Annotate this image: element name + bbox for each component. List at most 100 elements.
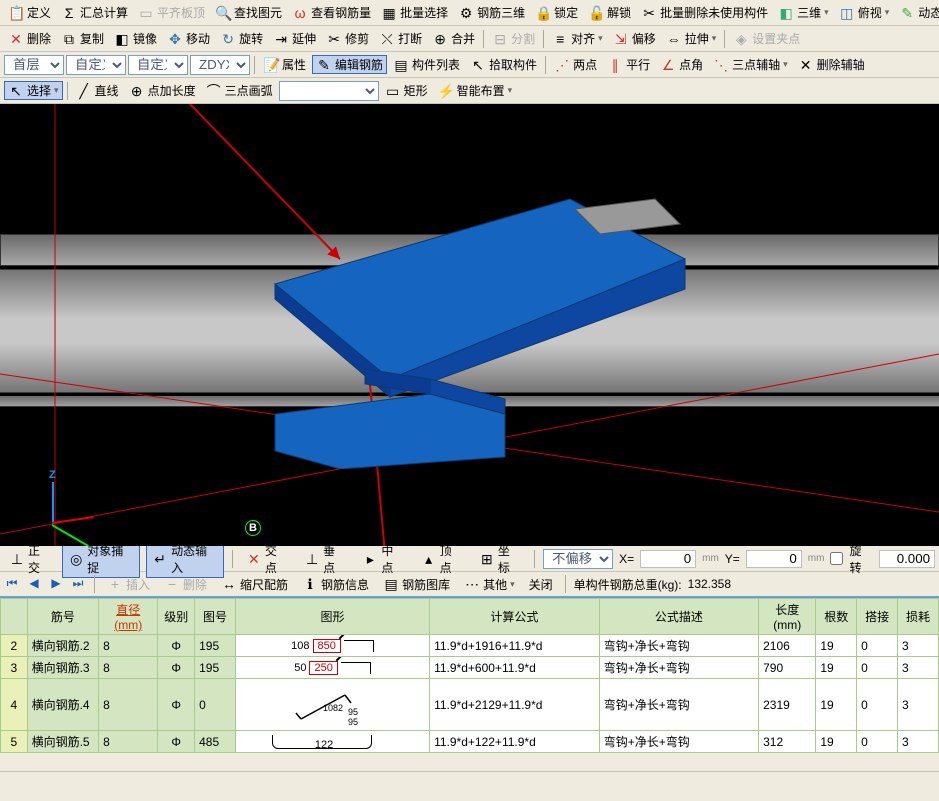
btn-persp[interactable]: ◫俯视▾: [835, 3, 894, 22]
cell-desc[interactable]: 弯钩+净长+弯钩: [599, 731, 758, 753]
btn-scale-rebar[interactable]: ↔缩尺配筋: [217, 575, 292, 594]
custom-select[interactable]: 自定义: [66, 55, 126, 75]
cell-formula[interactable]: 11.9*d+122+11.9*d: [430, 731, 600, 753]
cell-desc[interactable]: 弯钩+净长+弯钩: [599, 679, 758, 731]
nav-first[interactable]: ⏮: [4, 576, 20, 592]
btn-trim[interactable]: ✂修剪: [322, 29, 373, 48]
btn-pt-angle[interactable]: ∠点角: [656, 55, 707, 74]
col-drw[interactable]: 图号: [195, 599, 236, 635]
cell-no[interactable]: 横向钢筋.3: [27, 657, 99, 679]
cell-desc[interactable]: 弯钩+净长+弯钩: [599, 635, 758, 657]
cell-drw[interactable]: 195: [195, 657, 236, 679]
btn-delete[interactable]: ✕删除: [4, 29, 55, 48]
draw-mode-select[interactable]: [279, 81, 379, 101]
cell-idx[interactable]: 5: [1, 731, 28, 753]
cell-lap[interactable]: 0: [857, 635, 898, 657]
col-no[interactable]: 筋号: [27, 599, 99, 635]
col-loss[interactable]: 损耗: [898, 599, 939, 635]
btn-parallel[interactable]: ∥平行: [603, 55, 654, 74]
btn-stretch[interactable]: ⇔拉伸▾: [662, 29, 721, 48]
btn-two-point[interactable]: ⋰两点: [550, 55, 601, 74]
col-len[interactable]: 长度(mm): [759, 599, 816, 635]
viewport-3d[interactable]: Z B: [0, 104, 939, 546]
btn-attr[interactable]: 📝属性: [259, 55, 310, 74]
col-desc[interactable]: 公式描述: [599, 599, 758, 635]
btn-rebar-lib[interactable]: ▤钢筋图库: [379, 575, 454, 594]
custom-line-select[interactable]: 自定义线: [128, 55, 188, 75]
col-idx[interactable]: [1, 599, 28, 635]
cell-grade[interactable]: Φ: [158, 635, 195, 657]
btn-dyn-view[interactable]: ✎动态观: [895, 3, 939, 22]
cell-len[interactable]: 312: [759, 731, 816, 753]
cell-idx[interactable]: 4: [1, 679, 28, 731]
btn-break[interactable]: ⤬打断: [375, 29, 426, 48]
cell-no[interactable]: 横向钢筋.5: [27, 731, 99, 753]
btn-extend[interactable]: ⇥延伸: [269, 29, 320, 48]
btn-batch-del[interactable]: ✂批量删除未使用构件: [637, 3, 772, 22]
cell-loss[interactable]: 3: [898, 635, 939, 657]
nav-prev[interactable]: ◀: [26, 576, 42, 592]
cell-qty[interactable]: 19: [816, 679, 857, 731]
cell-dia[interactable]: 8: [99, 635, 158, 657]
cell-shape[interactable]: 1082 95 95: [235, 679, 429, 731]
cell-drw[interactable]: 195: [195, 635, 236, 657]
cell-len[interactable]: 790: [759, 657, 816, 679]
btn-align[interactable]: ≡对齐▾: [548, 29, 607, 48]
rot-input[interactable]: [879, 550, 935, 568]
btn-pick-member[interactable]: ↖拾取构件: [466, 55, 541, 74]
cell-formula[interactable]: 11.9*d+2129+11.9*d: [430, 679, 600, 731]
cell-formula[interactable]: 11.9*d+1916+11.9*d: [430, 635, 600, 657]
btn-select[interactable]: ↖选择▾: [4, 81, 63, 100]
btn-rebar3d[interactable]: ⚙钢筋三维: [454, 3, 529, 22]
offset-mode-select[interactable]: 不偏移: [543, 549, 613, 569]
btn-three-arc[interactable]: ⌒三点画弧: [202, 81, 277, 100]
col-dia[interactable]: 直径(mm): [99, 599, 158, 635]
rot-check[interactable]: [830, 552, 843, 565]
cell-shape[interactable]: 108850: [235, 635, 429, 657]
cell-grade[interactable]: Φ: [158, 679, 195, 731]
cell-qty[interactable]: 19: [816, 657, 857, 679]
cell-shape[interactable]: 50250: [235, 657, 429, 679]
cell-drw[interactable]: 0: [195, 679, 236, 731]
zdyx-select[interactable]: ZDYX-1: [190, 55, 250, 75]
cell-no[interactable]: 横向钢筋.2: [27, 635, 99, 657]
cell-dia[interactable]: 8: [99, 657, 158, 679]
btn-rebar-info[interactable]: ℹ钢筋信息: [298, 575, 373, 594]
btn-del-aux[interactable]: ✕删除辅轴: [794, 55, 869, 74]
btn-offset[interactable]: ⇲偏移: [609, 29, 660, 48]
col-shape[interactable]: 图形: [235, 599, 429, 635]
x-input[interactable]: [640, 550, 696, 568]
cell-lap[interactable]: 0: [857, 657, 898, 679]
cell-len[interactable]: 2319: [759, 679, 816, 731]
btn-three-aux[interactable]: ⋱三点辅轴▾: [709, 55, 792, 74]
btn-lock[interactable]: 🔒锁定: [531, 3, 582, 22]
cell-loss[interactable]: 3: [898, 657, 939, 679]
nav-last[interactable]: ⏭: [70, 576, 86, 592]
cell-len[interactable]: 2106: [759, 635, 816, 657]
btn-3d[interactable]: ◧三维▾: [774, 3, 833, 22]
col-grade[interactable]: 级别: [158, 599, 195, 635]
cell-formula[interactable]: 11.9*d+600+11.9*d: [430, 657, 600, 679]
cell-desc[interactable]: 弯钩+净长+弯钩: [599, 657, 758, 679]
cell-dia[interactable]: 8: [99, 731, 158, 753]
rebar-grid[interactable]: 筋号 直径(mm) 级别 图号 图形 计算公式 公式描述 长度(mm) 根数 搭…: [0, 596, 939, 771]
table-row[interactable]: 5 横向钢筋.5 8 Φ 485 122 11.9*d+122+11.9*d 弯…: [1, 731, 939, 753]
btn-mirror[interactable]: ◧镜像: [110, 29, 161, 48]
col-formula[interactable]: 计算公式: [430, 599, 600, 635]
cell-idx[interactable]: 3: [1, 657, 28, 679]
table-row[interactable]: 3 横向钢筋.3 8 Φ 195 50250 11.9*d+600+11.9*d…: [1, 657, 939, 679]
btn-batch-sel[interactable]: ▦批量选择: [377, 3, 452, 22]
btn-line[interactable]: ╱直线: [72, 81, 123, 100]
btn-smart[interactable]: ⚡智能布置▾: [434, 81, 517, 100]
cell-grade[interactable]: Φ: [158, 731, 195, 753]
btn-edit-rebar[interactable]: ✎编辑钢筋: [312, 55, 387, 74]
col-lap[interactable]: 搭接: [857, 599, 898, 635]
btn-other[interactable]: ⋯其他▾: [460, 575, 519, 594]
btn-view-rebar[interactable]: ω查看钢筋量: [288, 3, 375, 22]
cell-loss[interactable]: 3: [898, 731, 939, 753]
cell-loss[interactable]: 3: [898, 679, 939, 731]
cell-no[interactable]: 横向钢筋.4: [27, 679, 99, 731]
cell-idx[interactable]: 2: [1, 635, 28, 657]
btn-unlock[interactable]: 🔓解锁: [584, 3, 635, 22]
nav-next[interactable]: ▶: [48, 576, 64, 592]
